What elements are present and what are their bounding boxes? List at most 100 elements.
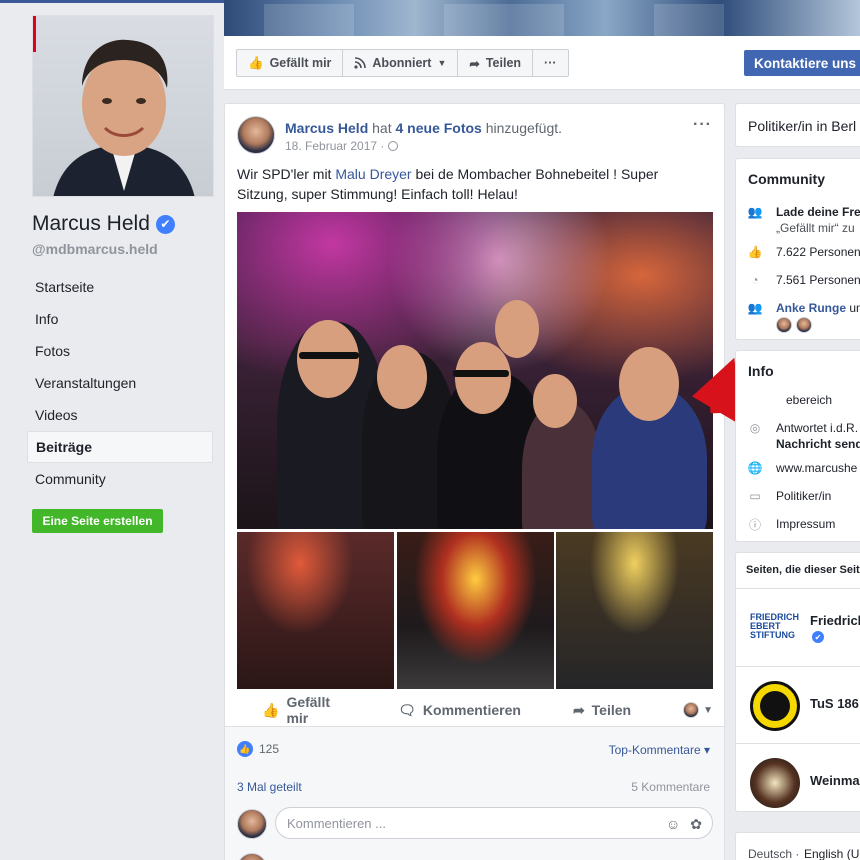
website-link[interactable]: www.marcushe — [776, 461, 857, 475]
reaction-summary[interactable]: 👍 125 — [237, 741, 279, 757]
share-page-button[interactable]: ➦ Teilen — [458, 50, 534, 76]
post-like-label: Gefällt mir — [286, 694, 331, 726]
invite-friends-subtext: „Gefällt mir“ zu — [776, 221, 855, 235]
comment-sort-dropdown[interactable]: Top-Kommentare ▾ — [609, 743, 710, 757]
thumbs-up-outline-icon: 👍 — [262, 701, 280, 718]
likes-count-text: 7.622 Personen — [776, 245, 860, 259]
friend-name-link[interactable]: Anke Runge — [776, 301, 846, 315]
post-card: Marcus Held hat 4 neue Fotos hinzugefügt… — [224, 103, 725, 860]
thumbs-up-icon: 👍 — [248, 55, 264, 70]
tus-club-logo[interactable] — [750, 681, 800, 731]
friend-row-rest: un — [849, 301, 860, 315]
next-comment-avatar — [237, 853, 267, 860]
liked-page-name[interactable]: TuS 186 — [810, 696, 859, 711]
post-timestamp[interactable]: 18. Februar 2017 · — [285, 139, 399, 153]
info-card: Info ebereich ◎ Antwortet i.d.R. Nachric… — [735, 350, 860, 542]
imprint-link[interactable]: Impressum — [776, 517, 835, 531]
comment-placeholder: Kommentieren ... — [287, 815, 386, 831]
page-name-text: Marcus Held — [32, 212, 150, 235]
weinmarkt-logo[interactable] — [750, 758, 800, 808]
post-photo-thumb[interactable] — [237, 532, 394, 689]
post-footer: 👍 125 Top-Kommentare ▾ 3 Mal geteilt 5 K… — [225, 726, 724, 860]
nav-item-community[interactable]: Community — [27, 463, 213, 495]
divider — [736, 588, 860, 589]
followers-count-text: 7.561 Personen — [776, 273, 860, 287]
profile-picture[interactable] — [32, 15, 214, 197]
small-avatar — [683, 702, 700, 718]
share-arrow-icon: ➦ — [469, 56, 480, 71]
rss-icon — [354, 57, 367, 69]
friends-like-row: Anke Runge un — [776, 301, 860, 315]
comment-input-icons: ☺ ✿ — [666, 816, 702, 833]
comment-input[interactable]: Kommentieren ... ☺ ✿ — [275, 807, 713, 839]
send-message-link[interactable]: Nachricht send — [776, 437, 860, 451]
author-avatar[interactable] — [237, 116, 275, 154]
like-page-button[interactable]: 👍 Gefällt mir — [237, 50, 344, 76]
photo-face-shape — [377, 345, 427, 409]
cover-building-shape — [264, 4, 354, 36]
like-icon: 👍 — [747, 245, 763, 259]
invite-icon: 👥 — [747, 205, 763, 219]
sticker-icon[interactable]: ✿ — [690, 816, 702, 833]
post-menu-button[interactable]: ··· — [693, 116, 712, 134]
community-title: Community — [748, 171, 825, 187]
new-photos-link[interactable]: 4 neue Fotos — [396, 120, 482, 136]
friend-avatar[interactable] — [796, 317, 812, 333]
page-category[interactable]: Politiker/in in Berl — [748, 118, 856, 134]
share-count-link[interactable]: 3 Mal geteilt — [237, 780, 302, 794]
post-photo-thumb[interactable] — [397, 532, 554, 689]
more-options-label: ··· — [544, 56, 557, 70]
nav-item-fotos[interactable]: Fotos — [27, 335, 213, 367]
post-comment-button[interactable]: 🗨 Kommentieren — [398, 702, 521, 719]
post-action-post: hinzugefügt. — [485, 120, 563, 136]
nav-item-veranstaltungen[interactable]: Veranstaltungen — [27, 367, 213, 399]
post-share-button[interactable]: ➦ Teilen — [573, 702, 631, 719]
post-text-pre: Wir SPD'ler mit — [237, 166, 332, 182]
rss-icon: ◔ — [751, 273, 759, 287]
liked-page-name[interactable]: Friedrich — [810, 613, 860, 628]
emoji-icon[interactable]: ☺ — [666, 816, 680, 833]
profile-red-accent — [33, 16, 36, 52]
create-page-button[interactable]: Eine Seite erstellen — [32, 509, 163, 533]
post-photo-main[interactable] — [237, 212, 713, 529]
language-english-link[interactable]: English (U — [804, 847, 859, 860]
tagged-person-link[interactable]: Malu Dreyer — [335, 166, 411, 182]
fes-logo[interactable]: FRIEDRICH EBERT STIFTUNG — [750, 613, 802, 647]
category-link[interactable]: Politiker/in — [776, 489, 831, 503]
post-like-button[interactable]: 👍 Gefällt mir — [262, 694, 354, 726]
share-arrow-icon: ➦ — [572, 701, 585, 718]
post-share-label: Teilen — [591, 702, 632, 718]
more-options-button[interactable]: ··· — [533, 50, 568, 76]
comment-count-link[interactable]: 5 Kommentare — [631, 780, 710, 794]
photo-glasses-shape — [453, 370, 509, 377]
friend-avatar[interactable] — [776, 317, 792, 333]
cover-photo[interactable] — [224, 0, 860, 36]
photo-face-shape — [495, 300, 539, 358]
post-date-text: 18. Februar 2017 · — [285, 139, 385, 153]
like-reaction-icon: 👍 — [237, 741, 253, 757]
info-icon: ⓘ — [748, 517, 761, 532]
nav-item-videos[interactable]: Videos — [27, 399, 213, 431]
language-card: Deutsch · English (U — [735, 832, 860, 860]
liked-page-name[interactable]: Weinma — [810, 773, 860, 788]
post-as-selector[interactable]: ▼ — [683, 702, 713, 718]
divider — [736, 743, 860, 744]
contact-button[interactable]: Kontaktiere uns — [744, 50, 860, 76]
post-photo-thumb[interactable] — [556, 532, 713, 689]
invite-friends-link[interactable]: Lade deine Fre — [776, 205, 860, 219]
commenter-avatar — [237, 809, 267, 839]
page-handle[interactable]: @mdbmarcus.held — [32, 241, 158, 257]
photo-face-shape — [619, 347, 679, 421]
nav-item-info[interactable]: Info — [27, 303, 213, 335]
nav-item-startseite[interactable]: Startseite — [27, 271, 213, 303]
community-card: Community 👥 Lade deine Fre „Gefällt mir“… — [735, 158, 860, 340]
cover-building-shape — [654, 4, 724, 36]
share-page-label: Teilen — [485, 56, 522, 70]
page-nav: Startseite Info Fotos Veranstaltungen Vi… — [27, 271, 213, 495]
post-author-link[interactable]: Marcus Held — [285, 120, 368, 136]
profile-portrait — [53, 39, 195, 196]
verified-badge-icon: ✔ — [812, 631, 824, 643]
nav-item-beitraege[interactable]: Beiträge — [27, 431, 213, 463]
subscribe-button[interactable]: Abonniert ▼ — [343, 50, 459, 76]
post-action-bar: 👍 Gefällt mir 🗨 Kommentieren ➦ Teilen ▼ — [237, 694, 713, 726]
